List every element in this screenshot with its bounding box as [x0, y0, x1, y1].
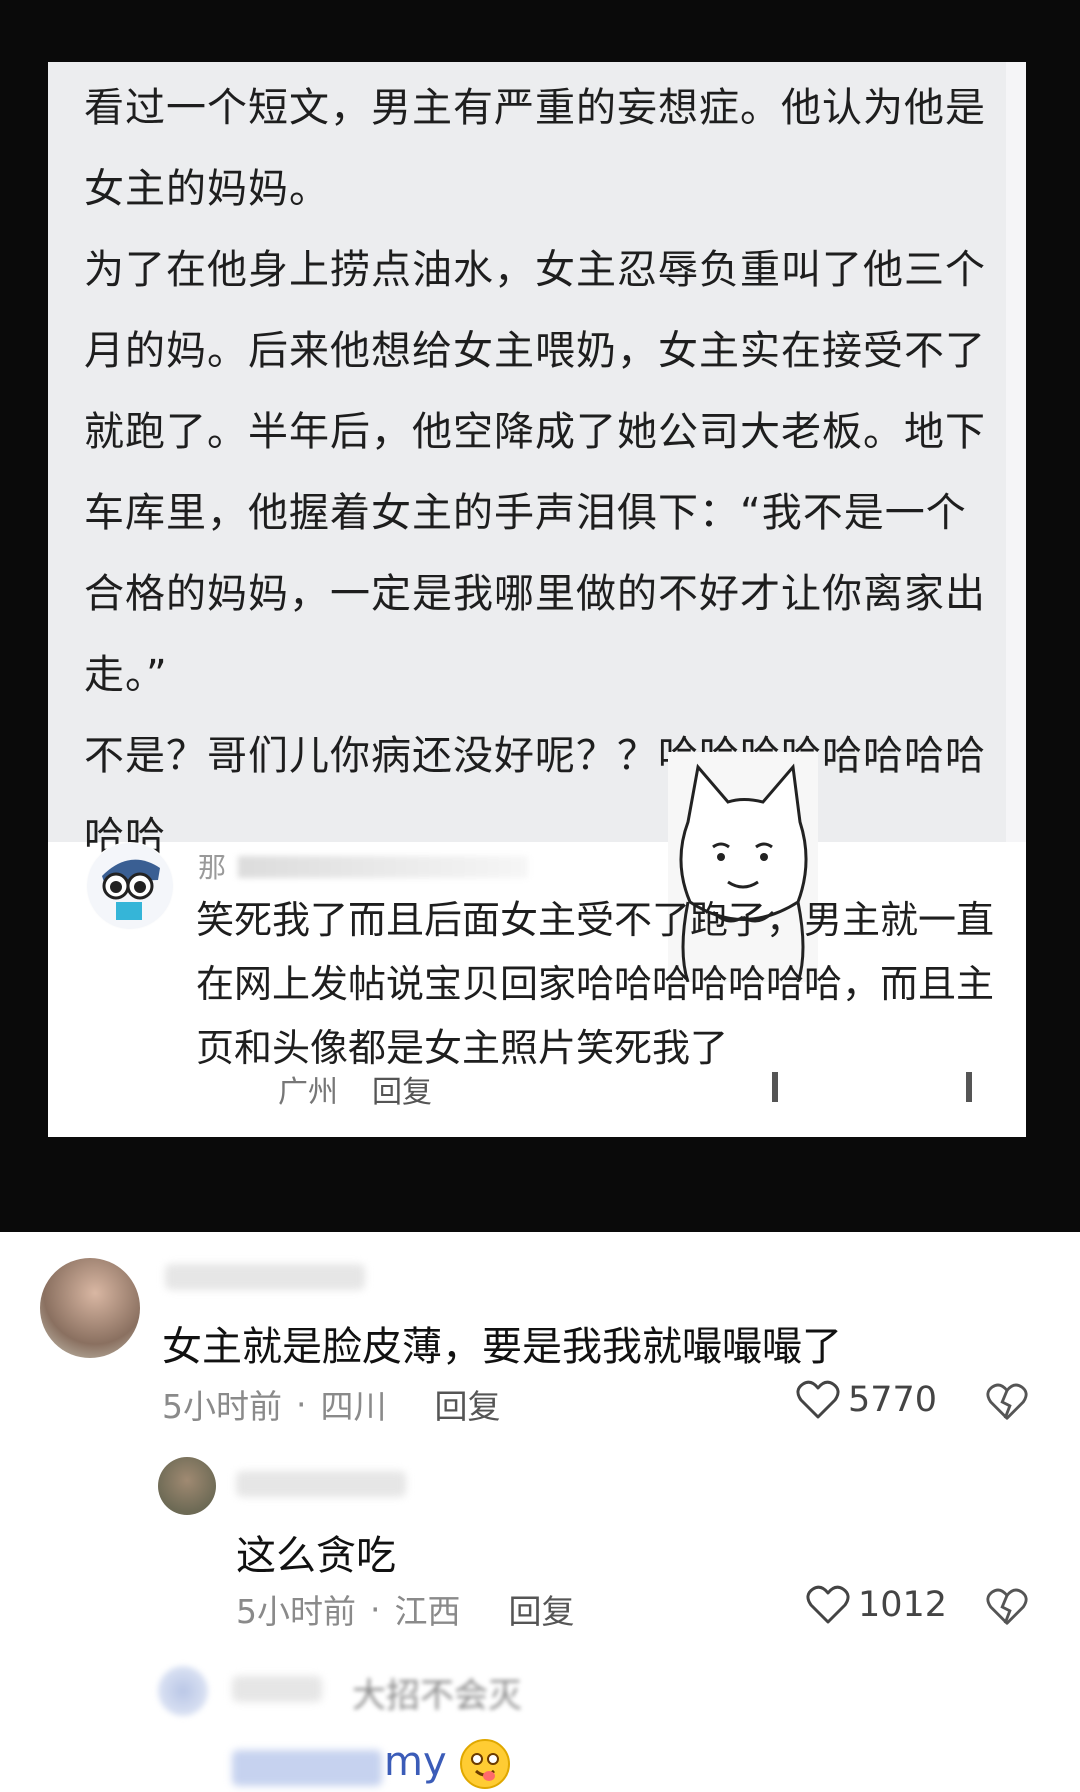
like-icon[interactable] [772, 1072, 778, 1102]
comment-text: 这么贪吃 [236, 1533, 396, 1579]
mention-text[interactable]: my [384, 1739, 447, 1785]
commenter-name-redaction [238, 856, 528, 878]
embedded-comment-meta: 广州 回复 [278, 1067, 432, 1111]
embedded-reply-button[interactable]: 回复 [372, 1067, 432, 1111]
post-body: 看过一个短文，男主有严重的妄想症。他认为他是女主的妈妈。 为了在他身上捞点油水，… [48, 62, 1006, 860]
like-button[interactable]: 1012 [806, 1585, 947, 1625]
mention-redaction [232, 1750, 382, 1786]
broken-heart-icon[interactable] [986, 1382, 1028, 1422]
avatar[interactable] [158, 1666, 208, 1716]
commenter-avatar[interactable] [86, 842, 174, 930]
avatar[interactable] [158, 1457, 216, 1515]
embedded-screenshot-frame: 看过一个短文，男主有严重的妄想症。他认为他是女主的妈妈。 为了在他身上捞点油水，… [0, 0, 1080, 1232]
post-paragraph: 为了在他身上捞点油水，女主忍辱负重叫了他三个月的妈。后来他想给女主喂奶，女主实在… [84, 247, 986, 698]
comment-text: my [384, 1738, 511, 1790]
post-paragraph: 看过一个短文，男主有严重的妄想症。他认为他是女主的妈妈。 [84, 85, 986, 212]
comment-meta: 5小时前 · 江西 回复 [236, 1585, 575, 1633]
drooling-face-icon [460, 1739, 511, 1789]
commenter-name-redaction [236, 1471, 406, 1497]
broken-heart-icon[interactable] [986, 1587, 1028, 1627]
commenter-name-redaction [165, 1264, 365, 1290]
comment-meta: 5小时前 · 四川 回复 [162, 1380, 501, 1428]
comment-location: 江西 [394, 1592, 461, 1631]
comment-location: 四川 [320, 1387, 387, 1426]
meta-separator: · [370, 1589, 381, 1629]
reply-button[interactable]: 回复 [509, 1585, 575, 1633]
post-scrollbar[interactable] [1006, 62, 1026, 842]
comment-time: 5小时前 [162, 1387, 282, 1426]
embedded-comment-location: 广州 [278, 1075, 338, 1110]
reply-to-name[interactable]: 大招不会灭 [352, 1668, 522, 1717]
heart-icon [796, 1380, 840, 1419]
embedded-screenshot: 看过一个短文，男主有严重的妄想症。他认为他是女主的妈妈。 为了在他身上捞点油水，… [48, 62, 1026, 1137]
meta-separator: · [296, 1384, 307, 1424]
like-count: 5770 [848, 1380, 938, 1420]
embedded-comment-text: 笑死我了而且后面女主受不了跑了，男主就一直在网上发帖说宝贝回家哈哈哈哈哈哈哈，而… [196, 898, 995, 1070]
like-button[interactable]: 5770 [796, 1380, 937, 1420]
commenter-name-redaction [232, 1676, 322, 1702]
avatar[interactable] [40, 1258, 140, 1358]
cartoon-avatar-icon [87, 843, 173, 929]
like-count: 1012 [858, 1585, 948, 1625]
reply-button[interactable]: 回复 [435, 1380, 501, 1428]
comment-time: 5小时前 [236, 1592, 356, 1631]
heart-icon [806, 1585, 850, 1624]
comment-text: 女主就是脸皮薄，要是我我就嘬嘬嘬了 [162, 1324, 842, 1370]
post-text: 看过一个短文，男主有严重的妄想症。他认为他是女主的妈妈。 为了在他身上捞点油水，… [84, 68, 1004, 878]
dislike-icon[interactable] [966, 1072, 972, 1102]
